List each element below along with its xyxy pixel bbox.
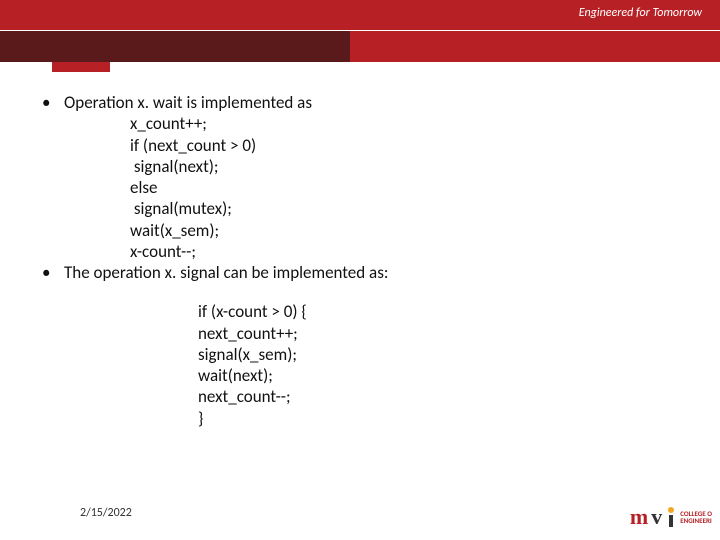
- code-line: x-count--;: [130, 241, 196, 262]
- logo-letter-m: m: [630, 504, 647, 530]
- logo-text-line2: ENGINEERI: [680, 517, 712, 524]
- header-dark-block: [0, 31, 350, 62]
- code-block-1: x_count++; if (next_count > 0) signal(ne…: [130, 113, 690, 262]
- tagline-text: Engineered for Tomorrow: [579, 6, 702, 20]
- logo-letter-i: [666, 507, 676, 527]
- slide-content: • Operation x. wait is implemented as x_…: [40, 92, 690, 429]
- bullet-1-text: Operation x. wait is implemented as: [64, 92, 690, 113]
- code-line: x_count++;: [130, 113, 207, 134]
- code-line: if (x-count > 0) {: [198, 301, 307, 322]
- code-line: next_count--;: [198, 386, 291, 407]
- code-line: signal(mutex);: [130, 198, 232, 219]
- header-bottom-bar: [0, 30, 720, 62]
- bullet-dot: •: [40, 92, 64, 113]
- bullet-2: • The operation x. signal can be impleme…: [40, 262, 690, 283]
- footer-date: 2/15/2022: [80, 506, 132, 520]
- header-top-bar: Engineered for Tomorrow: [0, 0, 720, 30]
- header-band: Engineered for Tomorrow: [0, 0, 720, 62]
- bullet-dot: •: [40, 262, 64, 283]
- code-line: signal(x_sem);: [198, 344, 297, 365]
- bullet-2-text: The operation x. signal can be implement…: [64, 262, 690, 283]
- red-tab-accent: [52, 62, 110, 72]
- code-line: }: [198, 408, 203, 429]
- code-block-2: if (x-count > 0) { next_count++; signal(…: [198, 301, 690, 429]
- logo-letter-v: v: [651, 504, 662, 530]
- logo-subtext: COLLEGE O ENGINEERI: [680, 510, 712, 524]
- code-line: wait(next);: [198, 365, 273, 386]
- code-line: wait(x_sem);: [130, 220, 219, 241]
- bullet-1: • Operation x. wait is implemented as: [40, 92, 690, 113]
- footer-logo: mv COLLEGE O ENGINEERI: [630, 504, 712, 530]
- code-line: else: [130, 177, 157, 198]
- code-line: if (next_count > 0): [130, 135, 256, 156]
- header-red-rest: [350, 31, 720, 62]
- code-line: signal(next);: [130, 156, 218, 177]
- code-line: next_count++;: [198, 323, 298, 344]
